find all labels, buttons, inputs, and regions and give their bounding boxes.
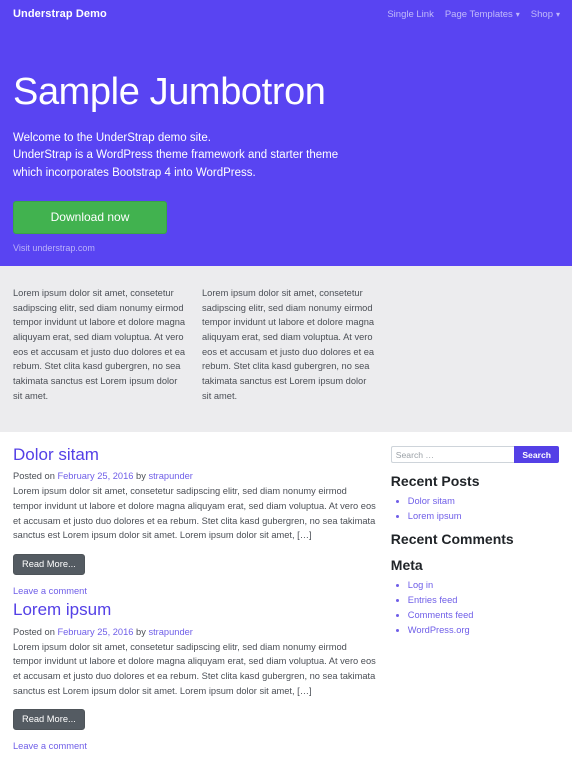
feature-column-text: Lorem ipsum dolor sit amet, consetetur s… bbox=[13, 288, 186, 401]
site-navbar: Understrap Demo Single Link Page Templat… bbox=[0, 0, 572, 28]
nav-item-label: Single Link bbox=[387, 8, 434, 20]
post-item: Lorem ipsum Posted on February 25, 2016 … bbox=[13, 600, 377, 751]
widget-title: Recent Posts bbox=[390, 473, 480, 489]
recent-post-link[interactable]: Dolor sitam bbox=[408, 496, 455, 506]
site-brand[interactable]: Understrap Demo bbox=[13, 8, 107, 20]
nav-item-label: Shop bbox=[530, 8, 553, 20]
nav-item-label: Page Templates bbox=[444, 8, 513, 20]
download-now-button[interactable]: Download now bbox=[13, 201, 167, 235]
meta-list: Log in Entries feed Comments feed WordPr… bbox=[391, 578, 559, 638]
chevron-down-icon: ▾ bbox=[555, 9, 560, 19]
read-more-button[interactable]: Read More... bbox=[13, 554, 85, 576]
jumbotron-lead: Welcome to the UnderStrap demo site. Und… bbox=[13, 130, 559, 182]
search-form: Search bbox=[390, 446, 559, 463]
post-title: Dolor sitam bbox=[13, 445, 377, 465]
meta-link-wordpress-org[interactable]: WordPress.org bbox=[408, 625, 470, 635]
meta-link-entries-feed[interactable]: Entries feed bbox=[408, 595, 458, 605]
list-item[interactable]: Comments feed bbox=[408, 608, 559, 623]
post-title-link[interactable]: Dolor sitam bbox=[13, 445, 99, 464]
widget-title: Recent Comments bbox=[390, 531, 514, 548]
jumbotron-lead-line-1: Welcome to the UnderStrap demo site. bbox=[13, 131, 211, 144]
post-meta-prefix: Posted on bbox=[13, 471, 58, 482]
page-title: Sample Jumbotron bbox=[13, 71, 326, 113]
post-date-link[interactable]: February 25, 2016 bbox=[57, 627, 133, 637]
read-more-button[interactable]: Read More... bbox=[13, 709, 85, 731]
post-meta-by: by bbox=[133, 471, 149, 482]
nav-item-shop[interactable]: Shop ▾ bbox=[531, 9, 560, 20]
post-excerpt: Lorem ipsum dolor sit amet, consetetur s… bbox=[13, 641, 376, 696]
post-meta: Posted on February 25, 2016 by strapunde… bbox=[13, 471, 377, 481]
meta-link-log-in[interactable]: Log in bbox=[408, 580, 433, 590]
primary-nav: Single Link Page Templates ▾ Shop ▾ bbox=[387, 9, 560, 20]
list-item[interactable]: WordPress.org bbox=[408, 623, 559, 638]
post-title: Lorem ipsum bbox=[13, 600, 377, 620]
post-author-link[interactable]: strapunder bbox=[148, 471, 192, 481]
recent-post-link[interactable]: Lorem ipsum bbox=[408, 511, 462, 521]
jumbotron: Sample Jumbotron Welcome to the UnderStr… bbox=[0, 28, 572, 266]
feature-column-text: Lorem ipsum dolor sit amet, consetetur s… bbox=[202, 288, 375, 401]
visit-understrap-link[interactable]: Visit understrap.com bbox=[13, 243, 95, 253]
list-item[interactable]: Dolor sitam bbox=[408, 494, 559, 509]
widget-recent-posts: Recent Posts Dolor sitam Lorem ipsum bbox=[391, 471, 559, 524]
chevron-down-icon: ▾ bbox=[515, 9, 520, 19]
search-button[interactable]: Search bbox=[514, 446, 559, 463]
meta-link-comments-feed[interactable]: Comments feed bbox=[408, 610, 474, 620]
list-item[interactable]: Log in bbox=[408, 578, 559, 593]
list-item[interactable]: Entries feed bbox=[408, 593, 559, 608]
post-date-link[interactable]: February 25, 2016 bbox=[57, 471, 133, 481]
post-item: Dolor sitam Posted on February 25, 2016 … bbox=[13, 445, 377, 596]
post-author-link[interactable]: strapunder bbox=[148, 627, 192, 637]
feature-column: Lorem ipsum dolor sit amet, consetetur s… bbox=[13, 286, 189, 432]
list-item[interactable]: Lorem ipsum bbox=[408, 509, 559, 524]
nav-item-page-templates[interactable]: Page Templates ▾ bbox=[445, 9, 520, 20]
post-excerpt: Lorem ipsum dolor sit amet, consetetur s… bbox=[13, 486, 376, 541]
post-title-link[interactable]: Lorem ipsum bbox=[13, 600, 111, 619]
post-list: Dolor sitam Posted on February 25, 2016 … bbox=[13, 445, 377, 755]
post-meta: Posted on February 25, 2016 by strapunde… bbox=[13, 627, 377, 637]
widget-meta: Meta Log in Entries feed Comments feed W… bbox=[391, 555, 559, 638]
recent-posts-list: Dolor sitam Lorem ipsum bbox=[391, 494, 559, 524]
nav-item-single-link[interactable]: Single Link bbox=[387, 9, 433, 20]
search-input[interactable] bbox=[390, 446, 515, 463]
widget-recent-comments: Recent Comments bbox=[391, 529, 559, 549]
sidebar: Search Recent Posts Dolor sitam Lorem ip… bbox=[390, 445, 559, 755]
main-area: Dolor sitam Posted on February 25, 2016 … bbox=[0, 432, 572, 755]
jumbotron-lead-line-3: which incorporates Bootstrap 4 into Word… bbox=[13, 166, 256, 179]
post-meta-by: by bbox=[133, 626, 149, 637]
post-meta-prefix: Posted on bbox=[13, 626, 58, 637]
feature-columns: Lorem ipsum dolor sit amet, consetetur s… bbox=[0, 266, 572, 432]
leave-a-comment-link[interactable]: Leave a comment bbox=[13, 741, 377, 751]
widget-title: Meta bbox=[390, 556, 423, 573]
feature-column: Lorem ipsum dolor sit amet, consetetur s… bbox=[202, 286, 378, 432]
jumbotron-lead-line-2: UnderStrap is a WordPress theme framewor… bbox=[13, 149, 339, 162]
leave-a-comment-link[interactable]: Leave a comment bbox=[13, 586, 377, 596]
